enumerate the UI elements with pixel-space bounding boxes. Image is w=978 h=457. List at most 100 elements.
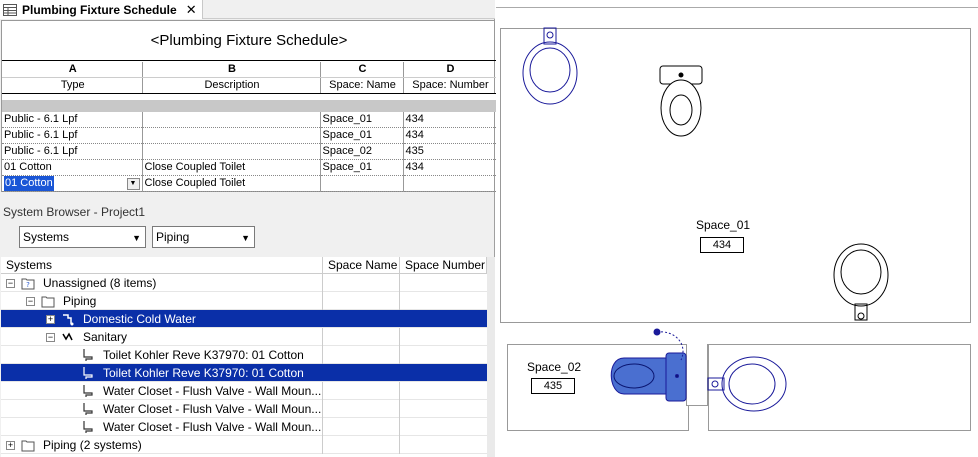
plan-fixtures: [522, 27, 889, 412]
tab-plumbing-fixture-schedule[interactable]: Plumbing Fixture Schedule ✕: [0, 0, 203, 19]
wall-urinal-icon: [833, 243, 889, 321]
tree-item-piping[interactable]: − Piping: [1, 292, 487, 310]
system-tree: − ? Unassigned (8 items) − Piping + Dome…: [1, 274, 487, 457]
divider: [322, 418, 323, 436]
folder-icon: [41, 296, 55, 308]
table-row[interactable]: 01 Cotton Close Coupled Toilet Space_01 …: [2, 159, 497, 176]
cell-space-name[interactable]: Space_01: [320, 159, 404, 176]
tree-item-water-closet[interactable]: Water Closet - Flush Valve - Wall Moun..…: [1, 418, 487, 436]
cell-space-number[interactable]: 434: [403, 159, 497, 176]
cell-type[interactable]: 01 Cotton: [2, 159, 143, 176]
divider: [322, 328, 323, 346]
cell-description[interactable]: Close Coupled Toilet: [142, 159, 321, 176]
cell-space-name[interactable]: Space_01: [320, 127, 404, 144]
header-space-number[interactable]: Space: Number: [403, 77, 497, 94]
divider: [322, 274, 323, 292]
unassigned-folder-icon: ?: [21, 278, 35, 290]
plumbing-fixture-icon: [83, 349, 93, 361]
plumbing-fixture-icon: [83, 385, 93, 397]
tree-item-label: Water Closet - Flush Valve - Wall Moun..…: [103, 384, 322, 398]
systems-view-select[interactable]: Systems ▼: [19, 226, 146, 248]
collapse-icon[interactable]: −: [6, 279, 15, 288]
type-dropdown-cell[interactable]: 01 Cotton ▼: [2, 175, 143, 192]
tree-item-water-closet[interactable]: Water Closet - Flush Valve - Wall Moun..…: [1, 382, 487, 400]
cell-description[interactable]: [142, 143, 321, 160]
cell-type[interactable]: Public - 6.1 Lpf: [2, 127, 143, 144]
system-browser-title: System Browser - Project1: [3, 205, 146, 219]
table-row[interactable]: Public - 6.1 Lpf Space_01 434: [2, 127, 497, 144]
close-icon[interactable]: ✕: [186, 3, 197, 16]
table-row[interactable]: Public - 6.1 Lpf Space_02 435: [2, 143, 497, 160]
collapse-icon[interactable]: −: [46, 333, 55, 342]
tree-item-toilet-selected[interactable]: Toilet Kohler Reve K37970: 01 Cotton: [1, 364, 487, 382]
domestic-water-system-icon: [63, 314, 74, 326]
group-row: [2, 99, 496, 112]
tree-item-sanitary[interactable]: − Sanitary: [1, 328, 487, 346]
chevron-down-icon[interactable]: ▼: [126, 178, 140, 190]
chevron-down-icon[interactable]: ▼: [132, 228, 141, 248]
table-row-editing[interactable]: 01 Cotton ▼ Close Coupled Toilet: [2, 175, 497, 192]
header-type[interactable]: Type: [2, 77, 143, 94]
column-space-number[interactable]: Space Number: [400, 257, 487, 274]
tree-item-toilet[interactable]: Toilet Kohler Reve K37970: 01 Cotton: [1, 346, 487, 364]
vertical-scrollbar[interactable]: [487, 257, 495, 457]
tree-item-domestic-cold-water[interactable]: + Domestic Cold Water: [1, 310, 487, 328]
column-letter-a[interactable]: A: [2, 62, 143, 78]
expand-icon[interactable]: +: [6, 441, 15, 450]
divider: [322, 346, 323, 364]
cell-space-number[interactable]: 434: [403, 111, 497, 128]
tree-item-label: Domestic Cold Water: [83, 312, 196, 326]
tab-bar: Plumbing Fixture Schedule ✕: [0, 0, 495, 19]
divider: [399, 292, 400, 310]
tree-item-label: Toilet Kohler Reve K37970: 01 Cotton: [103, 348, 304, 362]
collapse-icon[interactable]: −: [26, 297, 35, 306]
discipline-value: Piping: [156, 230, 190, 244]
column-letter-b[interactable]: B: [142, 62, 321, 78]
cell-type[interactable]: Public - 6.1 Lpf: [2, 143, 143, 160]
cell-space-number[interactable]: 434: [403, 127, 497, 144]
tree-item-piping-systems[interactable]: + Piping (2 systems): [1, 436, 487, 454]
plumbing-fixture-icon: [83, 421, 93, 433]
divider: [399, 436, 400, 454]
wall-urinal-icon: [707, 356, 787, 412]
column-letter-d[interactable]: D: [403, 62, 497, 78]
svg-text:?: ?: [26, 281, 30, 289]
sanitary-system-icon: [62, 332, 73, 341]
schedule-table: <Plumbing Fixture Schedule> A B C D Type…: [1, 20, 497, 192]
cell-space-name[interactable]: Space_02: [320, 143, 404, 160]
expand-icon[interactable]: +: [46, 315, 55, 324]
floor-plan-view[interactable]: Space_01 434 Space_02 435: [496, 0, 978, 457]
column-letter-c[interactable]: C: [320, 62, 404, 78]
schedule-title: <Plumbing Fixture Schedule>: [2, 21, 496, 61]
divider: [399, 328, 400, 346]
cell-type[interactable]: Public - 6.1 Lpf: [2, 111, 143, 128]
chevron-down-icon[interactable]: ▼: [241, 228, 250, 248]
tree-item-label: Toilet Kohler Reve K37970: 01 Cotton: [103, 366, 304, 380]
column-space-name[interactable]: Space Name: [323, 257, 400, 274]
tree-header: Systems Space Name Space Number: [1, 257, 487, 274]
cell-space-name[interactable]: Space_01: [320, 111, 404, 128]
tree-item-water-closet[interactable]: Water Closet - Flush Valve - Wall Moun..…: [1, 400, 487, 418]
cell-description[interactable]: Close Coupled Toilet: [142, 175, 321, 192]
cell-space-number[interactable]: 435: [403, 143, 497, 160]
cell-description[interactable]: [142, 111, 321, 128]
systems-view-value: Systems: [23, 230, 70, 244]
divider: [399, 418, 400, 436]
cell-space-name[interactable]: [320, 175, 404, 192]
table-row[interactable]: Public - 6.1 Lpf Space_01 434: [2, 111, 497, 128]
folder-icon: [21, 440, 35, 452]
cell-space-number[interactable]: [403, 175, 497, 192]
cell-description[interactable]: [142, 127, 321, 144]
tree-item-unassigned[interactable]: − ? Unassigned (8 items): [1, 274, 487, 292]
plumbing-fixture-icon: [83, 403, 93, 415]
tree-item-label: Sanitary: [83, 330, 128, 344]
discipline-select[interactable]: Piping ▼: [152, 226, 255, 248]
divider: [322, 382, 323, 400]
header-description[interactable]: Description: [142, 77, 321, 94]
selected-toilet-icon: [610, 328, 687, 402]
column-systems[interactable]: Systems: [1, 257, 323, 274]
header-space-name[interactable]: Space: Name: [320, 77, 404, 94]
schedule-icon: [3, 3, 17, 16]
type-dropdown-value[interactable]: 01 Cotton: [4, 176, 54, 191]
divider: [399, 346, 400, 364]
